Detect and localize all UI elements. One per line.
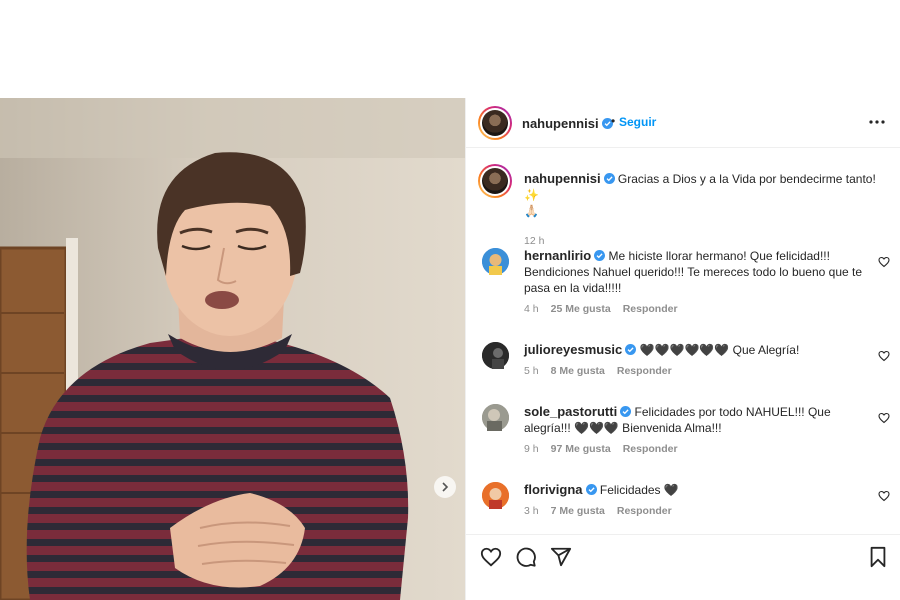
comment-likes[interactable]: 8 Me gusta [551, 365, 605, 377]
comment-avatar[interactable] [482, 342, 509, 369]
heart-icon[interactable] [878, 350, 890, 362]
avatar-photo [482, 404, 509, 431]
comment-time: 9 h [524, 443, 539, 455]
comment-likes[interactable]: 97 Me gusta [551, 443, 611, 455]
verified-badge-icon [594, 250, 606, 261]
comment-time: 4 h [524, 303, 539, 315]
share-icon[interactable] [550, 546, 572, 568]
avatar-photo [482, 482, 509, 509]
chevron-right-icon [442, 482, 449, 492]
comment-icon[interactable] [515, 546, 537, 568]
more-options-icon[interactable] [868, 113, 886, 131]
post-media[interactable] [0, 98, 465, 600]
caption-avatar[interactable] [478, 164, 512, 198]
author-username[interactable]: nahupennisi [522, 116, 599, 131]
heart-icon[interactable] [878, 256, 890, 268]
avatar-photo [482, 342, 509, 369]
comment-time: 5 h [524, 365, 539, 377]
comment-avatar[interactable] [482, 482, 509, 509]
comment-likes[interactable]: 7 Me gusta [551, 505, 605, 517]
heart-icon[interactable] [480, 546, 502, 568]
comment-username[interactable]: julioreyesmusic [524, 342, 622, 357]
bookmark-icon[interactable] [867, 546, 889, 568]
author-avatar[interactable] [478, 106, 512, 140]
comment-username[interactable]: florivigna [524, 482, 583, 497]
post-action-bar [466, 534, 900, 600]
carousel-next-button[interactable] [434, 476, 456, 498]
avatar-photo [482, 248, 509, 275]
post-photo [0, 98, 465, 600]
comment-username[interactable]: sole_pastorutti [524, 404, 617, 419]
caption-timestamp: 12 h [524, 235, 545, 247]
comment-text: Felicidades 🖤 [599, 483, 679, 497]
comment-username[interactable]: hernanlirio [524, 248, 591, 263]
follow-button[interactable]: Seguir [619, 115, 656, 129]
post-side-panel: nahupennisi • Seguir nahupennisi Gracias… [465, 98, 900, 600]
comment-avatar[interactable] [482, 248, 509, 275]
heart-icon[interactable] [878, 490, 890, 502]
comment-reply-button[interactable]: Responder [617, 365, 672, 377]
verified-badge-icon [603, 173, 615, 184]
comment-reply-button[interactable]: Responder [623, 443, 678, 455]
caption-text-line2: 🙏🏻 [524, 204, 539, 218]
verified-badge-icon [620, 406, 632, 417]
comment-time: 3 h [524, 505, 539, 517]
verified-badge-icon [625, 344, 637, 355]
verified-badge-icon [585, 484, 597, 495]
comment-likes[interactable]: 25 Me gusta [551, 303, 611, 315]
separator-dot: • [611, 114, 616, 128]
caption-username[interactable]: nahupennisi [524, 171, 601, 186]
comment-text: 🖤🖤🖤🖤🖤🖤 Que Alegría! [639, 343, 800, 357]
comment-reply-button[interactable]: Responder [623, 303, 678, 315]
comment-avatar[interactable] [482, 404, 509, 431]
comment-reply-button[interactable]: Responder [617, 505, 672, 517]
heart-icon[interactable] [878, 412, 890, 424]
post-header: nahupennisi • Seguir [466, 98, 900, 148]
